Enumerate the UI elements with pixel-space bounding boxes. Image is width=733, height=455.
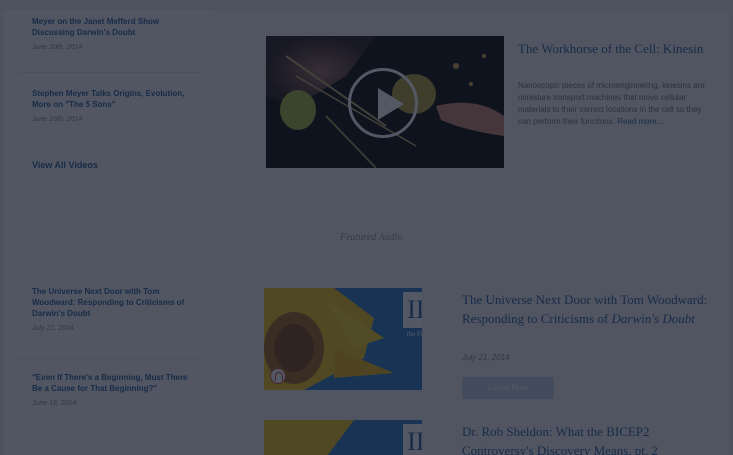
podcast-thumbnail[interactable]: ID the Future [264,288,422,390]
sunflower-image [264,420,422,455]
podcast-date: July 21, 2014 [462,353,510,362]
read-more-link[interactable]: Read more... [617,117,663,126]
view-all-videos-link[interactable]: View All Videos [32,160,98,170]
divider [18,358,204,359]
sidebar-video-item[interactable]: Meyer on the Janet Mefferd Show Discussi… [32,16,192,51]
sidebar-video-item[interactable]: Stephen Meyer Talks Origins, Evolution, … [32,88,192,123]
podcast-thumbnail-2[interactable]: ID [264,420,422,455]
page-content: Meyer on the Janet Mefferd Show Discussi… [4,10,729,455]
video-thumbnail[interactable] [266,36,504,168]
listen-now-button[interactable]: Listen Now [462,377,554,399]
podcast-title-italic[interactable]: Darwin's Doubt [612,311,695,326]
sidebar-video-title[interactable]: Stephen Meyer Talks Origins, Evolution, … [32,88,192,110]
sidebar-video-date: June 16th, 2014 [32,116,83,123]
video-description-text: Nanoscopic pieces of microengineering, k… [518,81,705,126]
featured-audio-label: Featured Audio [340,232,403,243]
main-content: The Workhorse of the Cell: Kinesin Nanos… [232,10,729,455]
video-title[interactable]: The Workhorse of the Cell: Kinesin [518,40,718,57]
sunflower-image [264,288,422,390]
divider [18,72,204,73]
video-description: Nanoscopic pieces of microengineering, k… [518,80,714,128]
podcast-title-2[interactable]: Dr. Rob Sheldon: What the BICEP2 Controv… [462,422,722,455]
sidebar-video-date: June 20th, 2014 [32,44,83,51]
podcast-title[interactable]: The Universe Next Door with Tom Woodward… [462,290,722,328]
sidebar: Meyer on the Janet Mefferd Show Discussi… [4,10,214,455]
podcast-icon [270,368,286,384]
sidebar-audio-item[interactable]: "Even If There's a Beginning, Must There… [32,372,192,407]
page-frame: Meyer on the Janet Mefferd Show Discussi… [0,0,733,455]
sidebar-audio-item[interactable]: The Universe Next Door with Tom Woodward… [32,286,192,332]
id-the-future-logo: ID [403,424,422,455]
sidebar-audio-title[interactable]: The Universe Next Door with Tom Woodward… [32,286,192,319]
play-button[interactable] [348,68,418,138]
id-the-future-subtitle: the Future [406,330,422,338]
id-the-future-logo: ID [403,292,422,328]
sidebar-audio-date: July 21, 2014 [32,325,74,332]
play-icon [378,88,404,120]
sidebar-audio-title[interactable]: "Even If There's a Beginning, Must There… [32,372,192,394]
sidebar-audio-date: June 18, 2014 [32,400,77,407]
sidebar-video-title[interactable]: Meyer on the Janet Mefferd Show Discussi… [32,16,192,38]
